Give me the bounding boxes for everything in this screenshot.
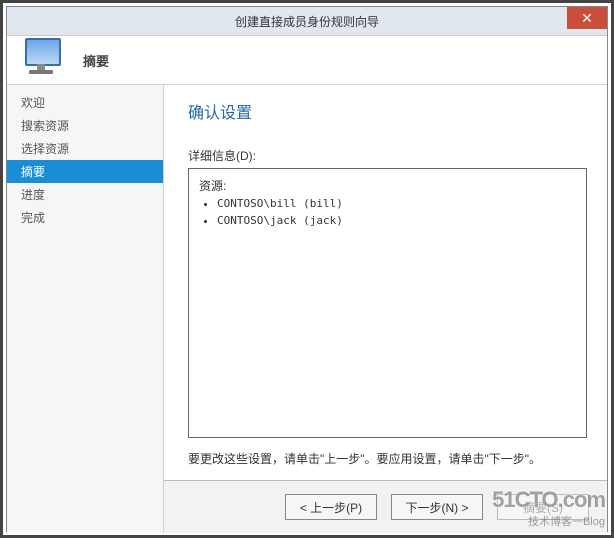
next-button[interactable]: 下一步(N) >: [391, 494, 483, 520]
window-title: 创建直接成员身份规则向导: [235, 13, 379, 30]
sidebar-item-welcome[interactable]: 欢迎: [7, 91, 163, 114]
title-bar: 创建直接成员身份规则向导 ✕: [7, 7, 607, 36]
button-bar: < 上一步(P) 下一步(N) > 摘要(S): [164, 480, 607, 533]
content-heading: 确认设置: [188, 99, 587, 123]
wizard-content: 确认设置 详细信息(D): 资源: CONTOSO\bill (bill) CO…: [164, 85, 607, 533]
close-icon: ✕: [581, 10, 593, 27]
resource-item: CONTOSO\jack (jack): [217, 213, 576, 230]
resource-item: CONTOSO\bill (bill): [217, 196, 576, 213]
sidebar-item-select[interactable]: 选择资源: [7, 137, 163, 160]
header-title: 摘要: [83, 51, 109, 70]
wizard-sidebar: 欢迎 搜索资源 选择资源 摘要 进度 完成: [7, 85, 164, 533]
details-label: 详细信息(D):: [188, 147, 587, 164]
previous-button[interactable]: < 上一步(P): [285, 494, 377, 520]
sidebar-item-progress[interactable]: 进度: [7, 183, 163, 206]
resource-list: CONTOSO\bill (bill) CONTOSO\jack (jack): [217, 196, 576, 229]
sidebar-item-complete[interactable]: 完成: [7, 206, 163, 229]
wizard-header: 摘要: [7, 36, 607, 85]
instruction-text: 要更改这些设置，请单击"上一步"。要应用设置，请单击"下一步"。: [188, 450, 587, 467]
sidebar-item-search[interactable]: 搜索资源: [7, 114, 163, 137]
summary-button: 摘要(S): [497, 494, 589, 520]
computer-icon: [19, 38, 67, 82]
details-caption: 资源:: [199, 177, 576, 194]
sidebar-item-summary[interactable]: 摘要: [7, 160, 163, 183]
close-button[interactable]: ✕: [567, 7, 607, 29]
details-box[interactable]: 资源: CONTOSO\bill (bill) CONTOSO\jack (ja…: [188, 168, 587, 438]
